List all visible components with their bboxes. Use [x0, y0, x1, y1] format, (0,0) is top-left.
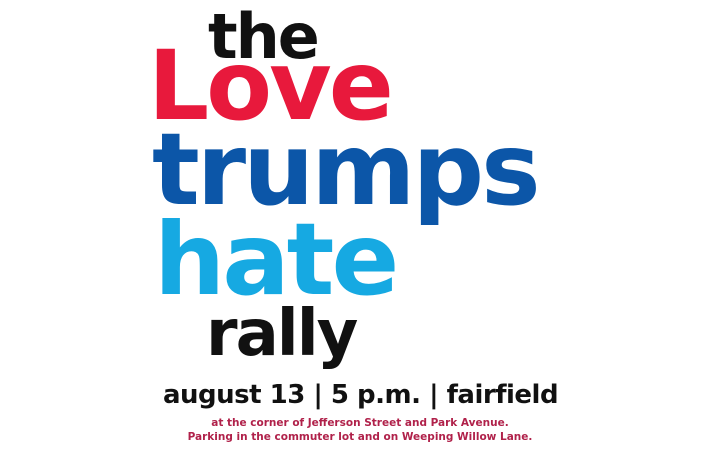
location-line-2: Parking in the commuter lot and on Weepi…: [187, 431, 533, 443]
title-word-hate: hate: [154, 201, 399, 318]
location-line-1: at the corner of Jefferson Street and Pa…: [211, 417, 509, 429]
title-word-rally: rally: [206, 297, 358, 371]
rally-poster: the Love trumps hate rally august 13 | 5…: [0, 0, 720, 450]
event-details: august 13 | 5 p.m. | fairfield: [163, 380, 559, 410]
